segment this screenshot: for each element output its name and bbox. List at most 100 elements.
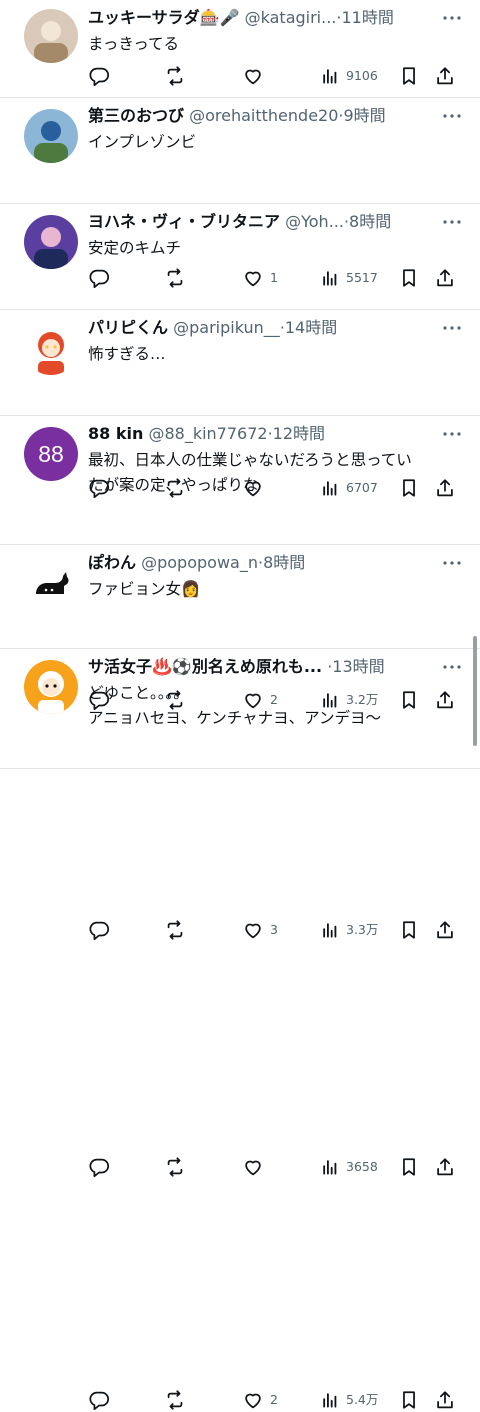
bookmark-button[interactable]: [398, 1388, 420, 1412]
tweet-card[interactable]: 88 88 kin @88_kin77672·12時間 最初、日本人の仕業じゃないだ…: [0, 416, 480, 941]
retweet-button[interactable]: [164, 918, 186, 942]
reply-button[interactable]: [88, 918, 110, 942]
timestamp[interactable]: 13時間: [332, 657, 384, 676]
timestamp[interactable]: 9時間: [343, 106, 385, 125]
scrollbar[interactable]: [473, 636, 477, 746]
retweet-icon: [164, 1156, 186, 1178]
more-icon[interactable]: [440, 659, 464, 675]
user-handle[interactable]: @katagiri...: [245, 8, 337, 27]
user-handle[interactable]: @orehaitthende20: [189, 106, 338, 125]
tweet-text-line: アニョハセヨ、ケンチャナヨ、アンデヨ〜: [88, 709, 381, 727]
like-button[interactable]: [242, 64, 264, 88]
tweet-text-line: どゆこと。。。。: [88, 684, 189, 702]
tweet-header: サ活女子♨️⚽別名えめ原れも... ·13時間: [88, 655, 436, 679]
reply-button[interactable]: [88, 64, 110, 88]
timestamp[interactable]: 12時間: [273, 424, 325, 443]
avatar[interactable]: [24, 660, 78, 714]
tweet-card[interactable]: 第三のおつび @orehaitthende20·9時間 インプレゾンビ 1 5517: [0, 98, 480, 289]
views-button[interactable]: 3.3万: [320, 918, 378, 942]
avatar[interactable]: 88: [24, 427, 78, 481]
tweet-body: まっきってる: [88, 32, 458, 57]
like-button[interactable]: [242, 1155, 264, 1179]
reply-icon: [88, 1156, 110, 1178]
user-handle[interactable]: @88_kin77672: [148, 424, 267, 443]
timestamp[interactable]: 8時間: [263, 553, 305, 572]
share-button[interactable]: [434, 64, 456, 88]
reply-icon: [88, 65, 110, 87]
tweet-header: パリピくん @paripikun__·14時間: [88, 316, 436, 340]
timestamp[interactable]: 8時間: [349, 212, 391, 231]
tweet-text-line: 安定のキムチ: [88, 239, 182, 257]
more-icon[interactable]: [440, 320, 464, 336]
display-name[interactable]: ぽわん: [88, 553, 136, 572]
like-count: 2: [270, 1392, 278, 1407]
tweet-card[interactable]: パリピくん @paripikun__·14時間 怖すぎる… 2 3.2万: [0, 310, 480, 711]
view-count: 5.4万: [346, 1392, 379, 1407]
timestamp[interactable]: 11時間: [341, 8, 393, 27]
like-icon: [242, 919, 264, 941]
like-count: 3: [270, 922, 278, 937]
more-icon[interactable]: [440, 555, 464, 571]
avatar[interactable]: [24, 321, 78, 375]
view-count: 3658: [346, 1159, 378, 1174]
bookmark-icon: [398, 1389, 420, 1411]
user-handle[interactable]: @Yoh...: [285, 212, 344, 231]
tweet-card[interactable]: ぽわん @popopowa_n·8時間 ファビョン女👩 3658: [0, 545, 480, 1178]
more-icon[interactable]: [440, 214, 464, 230]
bookmark-icon: [398, 65, 420, 87]
views-button[interactable]: 9106: [320, 64, 378, 88]
user-handle[interactable]: @popopowa_n: [141, 553, 258, 572]
action-bar: 3 3.3万: [88, 918, 460, 942]
display-name[interactable]: サ活女子♨️⚽別名えめ原れも...: [88, 657, 322, 676]
tweet-card[interactable]: ユッキーサラダ🎰🎤 @katagiri...·11時間 まっきってる 9106: [0, 0, 480, 98]
share-button[interactable]: [434, 1155, 456, 1179]
display-name[interactable]: ヨハネ・ヴィ・ブリタニア: [88, 212, 280, 231]
retweet-icon: [164, 65, 186, 87]
avatar-initials: 88: [38, 441, 64, 467]
like-button[interactable]: 2: [242, 1388, 278, 1412]
retweet-button[interactable]: [164, 1388, 186, 1412]
tweet-text-line: 最初、日本人の仕業じゃないだろうと思ってい: [88, 451, 412, 469]
reply-button[interactable]: [88, 1155, 110, 1179]
tweet-text-line: まっきってる: [88, 35, 179, 53]
tweet-card[interactable]: サ活女子♨️⚽別名えめ原れも... ·13時間どゆこと。。。。アニョハセヨ、ケン…: [0, 649, 480, 1411]
avatar[interactable]: [24, 556, 78, 610]
display-name[interactable]: ユッキーサラダ🎰🎤: [88, 8, 240, 27]
like-icon: [242, 1389, 264, 1411]
like-icon: [242, 65, 264, 87]
bookmark-button[interactable]: [398, 64, 420, 88]
tweet-text-line: 怖すぎる…: [88, 345, 166, 363]
tweet-header: ぽわん @popopowa_n·8時間: [88, 551, 436, 575]
tweet-card[interactable]: ヨハネ・ヴィ・ブリタニア @Yoh...·8時間 安定のキムチ 6707: [0, 204, 480, 499]
avatar[interactable]: [24, 9, 78, 63]
more-icon[interactable]: [440, 10, 464, 26]
tweet-text-line: たが案の定、やっぱりな: [88, 476, 259, 494]
more-icon[interactable]: [440, 108, 464, 124]
avatar[interactable]: [24, 109, 78, 163]
reply-icon: [88, 919, 110, 941]
bookmark-icon: [398, 919, 420, 941]
share-button[interactable]: [434, 1388, 456, 1412]
views-icon: [320, 1390, 340, 1410]
share-button[interactable]: [434, 918, 456, 942]
retweet-button[interactable]: [164, 64, 186, 88]
bookmark-button[interactable]: [398, 918, 420, 942]
like-button[interactable]: 3: [242, 918, 278, 942]
share-icon: [434, 1156, 456, 1178]
views-icon: [320, 66, 340, 86]
retweet-button[interactable]: [164, 1155, 186, 1179]
views-button[interactable]: 3658: [320, 1155, 378, 1179]
views-icon: [320, 1157, 340, 1177]
bookmark-button[interactable]: [398, 1155, 420, 1179]
display-name[interactable]: パリピくん: [88, 318, 168, 337]
timestamp[interactable]: 14時間: [285, 318, 337, 337]
view-count: 9106: [346, 68, 378, 83]
display-name[interactable]: 88 kin: [88, 424, 143, 443]
views-button[interactable]: 5.4万: [320, 1388, 378, 1412]
user-handle[interactable]: @paripikun__: [173, 318, 280, 337]
avatar[interactable]: [24, 215, 78, 269]
reply-button[interactable]: [88, 1388, 110, 1412]
display-name[interactable]: 第三のおつび: [88, 106, 184, 125]
more-icon[interactable]: [440, 426, 464, 442]
tweet-header: 第三のおつび @orehaitthende20·9時間: [88, 104, 436, 128]
